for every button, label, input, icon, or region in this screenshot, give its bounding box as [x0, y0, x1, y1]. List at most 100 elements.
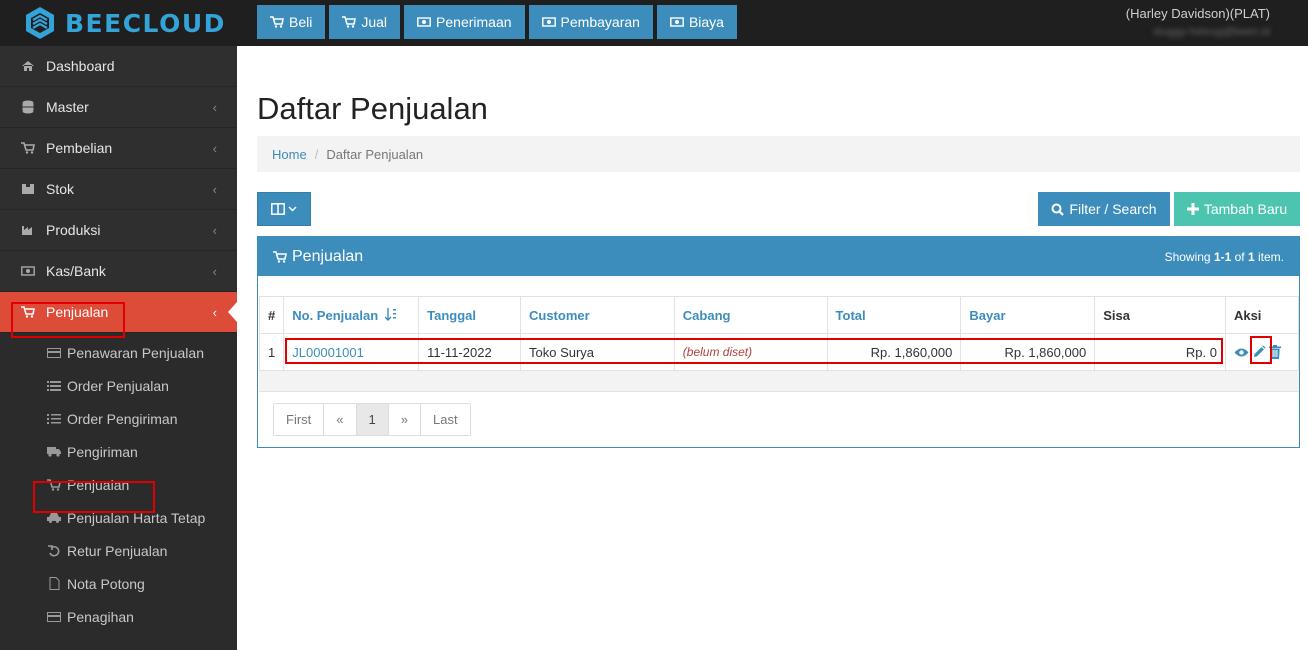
main-content: Daftar Penjualan Home / Daftar Penjualan…: [237, 46, 1308, 650]
summary-range: 1-1: [1213, 249, 1232, 264]
col-header-no-penjualan-label: No. Penjualan: [292, 307, 379, 323]
topnav-jual-button[interactable]: Jual: [329, 5, 401, 39]
plus-icon: [1186, 203, 1199, 215]
submenu-label: Penjualan Harta Tetap: [67, 509, 206, 526]
submenu-penawaran-penjualan[interactable]: Penawaran Penjualan: [0, 336, 237, 369]
col-header-cabang[interactable]: Cabang: [673, 296, 828, 334]
sidebar-item-kas-bank[interactable]: Kas/Bank ‹: [0, 251, 237, 292]
user-menu[interactable]: (Harley Davidson)(PLAT) stuggy-hshrug@be…: [1126, 6, 1270, 38]
summary-prefix: Showing: [1164, 249, 1214, 264]
sales-panel: Penjualan Showing 1-1 of 1 item. # No. P…: [257, 236, 1300, 448]
submenu-order-pengiriman[interactable]: Order Pengiriman: [0, 402, 237, 435]
user-name: (Harley Davidson)(PLAT): [1125, 6, 1270, 21]
summary-total: 1: [1247, 249, 1255, 264]
cell-customer: Toko Surya: [520, 333, 675, 371]
card-icon: [47, 611, 61, 623]
submenu-penjualan-harta-tetap[interactable]: Penjualan Harta Tetap: [0, 501, 237, 534]
col-header-no-penjualan[interactable]: No. Penjualan: [283, 296, 420, 334]
breadcrumb-current: Daftar Penjualan: [326, 146, 424, 162]
cell-tanggal: 11-11-2022: [418, 333, 521, 371]
cell-aksi: [1224, 333, 1300, 371]
submenu-penjualan[interactable]: Penjualan: [0, 468, 237, 501]
table-footer-strip: [259, 371, 1299, 392]
submenu-order-penjualan[interactable]: Order Penjualan: [0, 369, 237, 402]
sidebar-item-label: Master: [46, 99, 89, 115]
penjualan-submenu: Penawaran Penjualan Order Penjualan Orde…: [0, 333, 237, 633]
topnav-pembayaran-button[interactable]: Pembayaran: [528, 5, 653, 39]
topnav-jual-label: Jual: [361, 14, 388, 30]
sidebar-item-label: Produksi: [46, 222, 101, 238]
undo-icon: [47, 544, 61, 557]
topnav-penerimaan-button[interactable]: Penerimaan: [404, 5, 525, 39]
submenu-nota-potong[interactable]: Nota Potong: [0, 567, 237, 600]
cart-icon: [342, 16, 357, 28]
search-icon: [1051, 203, 1065, 216]
pagination-prev[interactable]: «: [323, 404, 356, 435]
submenu-label: Pengiriman: [67, 443, 138, 460]
cart-icon: [273, 250, 287, 263]
brand-name: BEECLOUD: [65, 8, 226, 38]
filter-search-label: Filter / Search: [1069, 201, 1157, 217]
columns-icon: [271, 203, 285, 215]
view-eye-icon[interactable]: [1234, 347, 1249, 358]
sidebar-item-pembelian[interactable]: Pembelian ‹: [0, 128, 237, 169]
brand[interactable]: BEECLOUD: [0, 0, 237, 46]
add-new-label: Tambah Baru: [1203, 201, 1288, 217]
panel-summary: Showing 1-1 of 1 item.: [1165, 250, 1284, 264]
chevron-left-icon: ‹: [212, 140, 217, 156]
breadcrumb-home-link[interactable]: Home: [272, 147, 307, 162]
ordered-list-icon: [47, 413, 61, 425]
cell-index: 1: [258, 333, 285, 371]
sidebar: Dashboard Master ‹ Pembelian ‹ Stok ‹ Pr…: [0, 46, 237, 650]
pagination-next[interactable]: »: [387, 404, 420, 435]
sidebar-item-stok[interactable]: Stok ‹: [0, 169, 237, 210]
cart-icon: [20, 141, 36, 155]
table-row: 1 JL00001001 11-11-2022 Toko Surya (belu…: [258, 333, 1300, 371]
pagination-page[interactable]: 1: [355, 404, 388, 435]
submenu-label: Penjualan: [67, 476, 130, 493]
sidebar-item-master[interactable]: Master ‹: [0, 87, 237, 128]
cell-bayar: Rp. 1,860,000: [960, 333, 1096, 371]
submenu-pengiriman[interactable]: Pengiriman: [0, 435, 237, 468]
no-penjualan-link[interactable]: JL00001001: [292, 345, 364, 360]
topnav-biaya-label: Biaya: [688, 14, 724, 30]
cell-cabang: (belum diset): [673, 333, 828, 371]
submenu-penagihan[interactable]: Penagihan: [0, 600, 237, 633]
summary-suffix: item.: [1254, 249, 1284, 264]
filter-search-button[interactable]: Filter / Search: [1038, 192, 1170, 226]
topnav-biaya-button[interactable]: Biaya: [656, 5, 737, 39]
page-title: Daftar Penjualan: [257, 91, 488, 126]
sort-ascending-icon: [384, 307, 396, 321]
pagination-last[interactable]: Last: [419, 404, 470, 435]
topnav-pembayaran-label: Pembayaran: [560, 14, 640, 30]
topnav-beli-label: Beli: [289, 14, 313, 30]
delete-trash-icon[interactable]: [1268, 345, 1281, 359]
breadcrumb-separator: /: [314, 146, 319, 162]
col-header-total[interactable]: Total: [826, 296, 962, 334]
submenu-retur-penjualan[interactable]: Retur Penjualan: [0, 534, 237, 567]
chevron-left-icon: ‹: [212, 99, 217, 115]
sidebar-item-dashboard[interactable]: Dashboard: [0, 46, 237, 87]
cart-icon: [270, 16, 284, 28]
col-header-customer[interactable]: Customer: [520, 296, 675, 334]
box-icon: [20, 182, 36, 196]
col-header-aksi: Aksi: [1224, 296, 1300, 334]
sidebar-item-label: Stok: [46, 181, 75, 197]
col-header-bayar[interactable]: Bayar: [960, 296, 1096, 334]
cell-no-penjualan: JL00001001: [283, 333, 420, 371]
pagination-first[interactable]: First: [274, 404, 324, 435]
col-header-tanggal[interactable]: Tanggal: [418, 296, 521, 334]
column-toggle-button[interactable]: [257, 192, 311, 226]
cell-sisa: Rp. 0: [1094, 333, 1226, 371]
col-header-sisa: Sisa: [1094, 296, 1226, 334]
edit-pencil-icon[interactable]: [1252, 345, 1266, 359]
sidebar-item-label: Kas/Bank: [46, 263, 106, 279]
sidebar-item-produksi[interactable]: Produksi ‹: [0, 210, 237, 251]
submenu-label: Retur Penjualan: [67, 542, 168, 559]
panel-title: Penjualan: [273, 248, 363, 266]
add-new-button[interactable]: Tambah Baru: [1174, 192, 1300, 226]
money-icon: [670, 17, 684, 27]
topnav-beli-button[interactable]: Beli: [257, 5, 326, 39]
sidebar-item-penjualan[interactable]: Penjualan ‹: [0, 292, 237, 333]
chevron-left-icon: ‹: [212, 222, 217, 238]
